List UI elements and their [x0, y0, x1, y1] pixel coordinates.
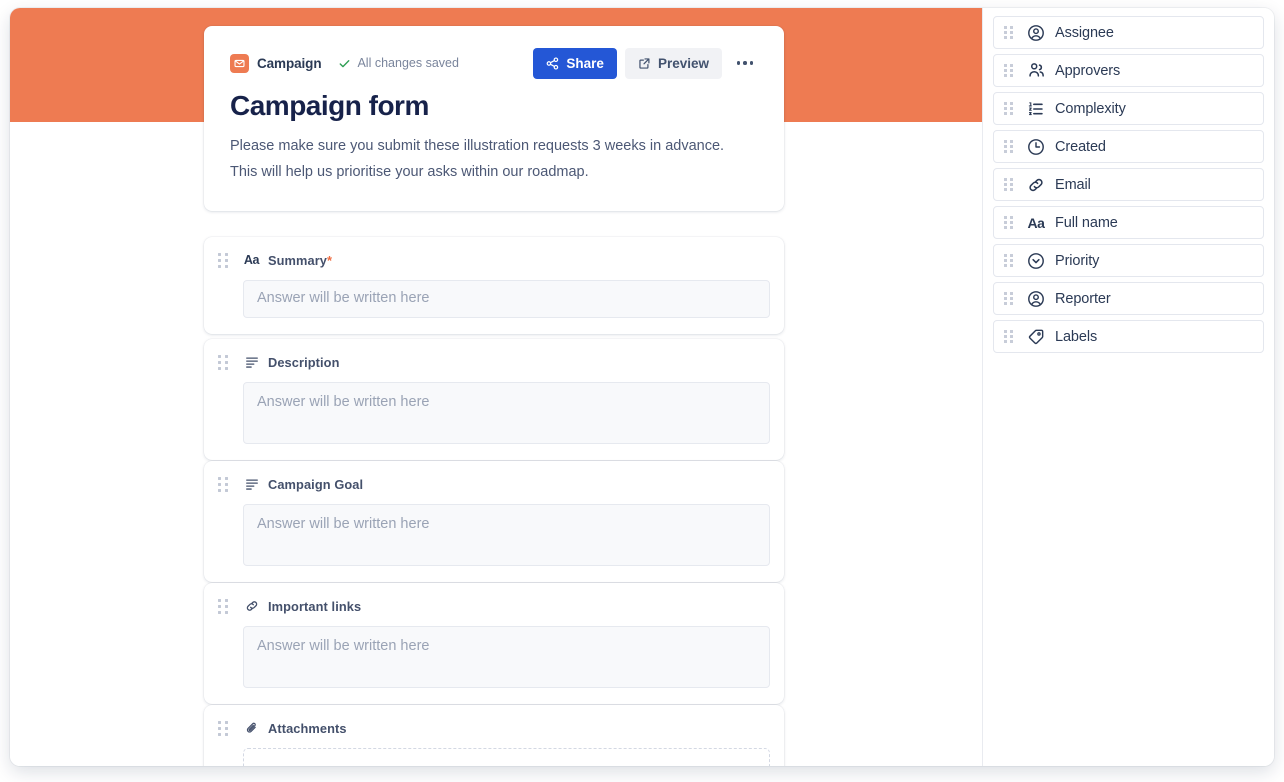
- user-circle-icon: [1026, 289, 1046, 309]
- drag-handle-icon[interactable]: [1004, 25, 1014, 40]
- field-header: Important links: [218, 595, 770, 617]
- clock-icon: [1026, 137, 1046, 157]
- summary-input[interactable]: Answer will be written here: [243, 280, 770, 318]
- drag-handle-icon[interactable]: [1004, 329, 1014, 344]
- text-aa-icon: Aa: [1027, 214, 1045, 231]
- field-header: Campaign Goal: [218, 473, 770, 495]
- share-button-label: Share: [566, 55, 604, 71]
- preview-button[interactable]: Preview: [624, 47, 722, 79]
- users-icon: [1026, 61, 1046, 81]
- user-circle-icon: [1026, 23, 1046, 43]
- drag-handle-icon[interactable]: [218, 252, 229, 269]
- chevron-down-circle-icon: [1026, 251, 1046, 271]
- sidebar-item-reporter[interactable]: Reporter: [993, 282, 1264, 315]
- sidebar-item-label: Reporter: [1055, 290, 1111, 307]
- description-input[interactable]: Answer will be written here: [243, 382, 770, 444]
- sidebar-item-email[interactable]: Email: [993, 168, 1264, 201]
- save-status: All changes saved: [338, 56, 459, 70]
- sidebar-item-label: Labels: [1055, 328, 1098, 345]
- drag-handle-icon[interactable]: [218, 720, 229, 737]
- form-field-summary[interactable]: Aa Summary* Answer will be written here: [204, 237, 784, 334]
- sidebar-item-label: Email: [1055, 176, 1091, 193]
- sidebar-item-assignee[interactable]: Assignee: [993, 16, 1264, 49]
- form-toolbar: Campaign All changes saved Share Preview: [230, 47, 758, 79]
- link-icon: [243, 598, 260, 615]
- sidebar-item-labels[interactable]: Labels: [993, 320, 1264, 353]
- campaign-goal-input[interactable]: Answer will be written here: [243, 504, 770, 566]
- sidebar-item-created[interactable]: Created: [993, 130, 1264, 163]
- paragraph-icon: [243, 354, 260, 371]
- page-title: Campaign form: [230, 90, 429, 121]
- text-aa-icon: Aa: [243, 253, 260, 267]
- drag-handle-icon[interactable]: [1004, 63, 1014, 78]
- paragraph-icon: [243, 476, 260, 493]
- share-button[interactable]: Share: [533, 47, 617, 79]
- paperclip-icon: [243, 720, 260, 737]
- brand-group: Campaign: [230, 53, 322, 73]
- field-library-sidebar[interactable]: Assignee Approvers Complexity Created Em…: [982, 8, 1274, 766]
- field-label: Description: [268, 354, 340, 370]
- sidebar-item-approvers[interactable]: Approvers: [993, 54, 1264, 87]
- drag-handle-icon[interactable]: [1004, 291, 1014, 306]
- drag-handle-icon[interactable]: [1004, 215, 1014, 230]
- preview-button-label: Preview: [657, 55, 709, 71]
- form-field-attachments[interactable]: Attachments Attachments will be uploaded…: [204, 705, 784, 766]
- sidebar-item-label: Approvers: [1055, 62, 1121, 79]
- field-label: Summary*: [268, 252, 333, 268]
- more-horizontal-icon: [736, 61, 754, 65]
- sidebar-item-label: Full name: [1055, 214, 1118, 231]
- toolbar-actions: Share Preview: [533, 47, 758, 79]
- sidebar-item-label: Priority: [1055, 252, 1100, 269]
- sidebar-item-label: Complexity: [1055, 100, 1126, 117]
- external-link-icon: [638, 57, 651, 70]
- save-status-label: All changes saved: [357, 56, 459, 70]
- field-header: Description: [218, 351, 770, 373]
- field-label: Campaign Goal: [268, 476, 364, 492]
- attachments-dropzone[interactable]: Attachments will be uploaded here: [243, 748, 770, 766]
- drag-handle-icon[interactable]: [218, 476, 229, 493]
- form-canvas: Campaign All changes saved Share Preview…: [10, 8, 982, 766]
- field-label: Important links: [268, 598, 362, 614]
- sidebar-item-complexity[interactable]: Complexity: [993, 92, 1264, 125]
- form-description: Please make sure you submit these illust…: [230, 138, 725, 180]
- app-window: Campaign All changes saved Share Preview…: [10, 8, 1274, 766]
- drag-handle-icon[interactable]: [1004, 177, 1014, 192]
- brand-name: Campaign: [257, 55, 322, 71]
- drag-handle-icon[interactable]: [1004, 101, 1014, 116]
- ordered-list-icon: [1026, 99, 1046, 119]
- form-field-description[interactable]: Description Answer will be written here: [204, 339, 784, 460]
- sidebar-item-priority[interactable]: Priority: [993, 244, 1264, 277]
- drag-handle-icon[interactable]: [218, 354, 229, 371]
- drag-handle-icon[interactable]: [1004, 139, 1014, 154]
- envelope-icon: [230, 53, 249, 73]
- drag-handle-icon[interactable]: [218, 598, 229, 615]
- field-label: Attachments: [268, 720, 347, 736]
- drag-handle-icon[interactable]: [1004, 253, 1014, 268]
- field-header: Aa Summary*: [218, 249, 770, 271]
- form-scroll-area[interactable]: Campaign All changes saved Share Preview…: [10, 8, 982, 766]
- more-options-button[interactable]: [732, 50, 758, 76]
- form-header-card: Campaign All changes saved Share Preview…: [204, 26, 784, 211]
- form-field-important-links[interactable]: Important links Answer will be written h…: [204, 583, 784, 704]
- form-field-campaign-goal[interactable]: Campaign Goal Answer will be written her…: [204, 461, 784, 582]
- tag-icon: [1026, 327, 1046, 347]
- field-header: Attachments: [218, 717, 770, 739]
- share-icon: [546, 56, 559, 70]
- link-icon: [1026, 175, 1046, 195]
- sidebar-item-label: Assignee: [1055, 24, 1114, 41]
- sidebar-item-label: Created: [1055, 138, 1106, 155]
- check-icon: [338, 57, 351, 70]
- important-links-input[interactable]: Answer will be written here: [243, 626, 770, 688]
- required-marker: *: [327, 252, 333, 268]
- sidebar-item-full-name[interactable]: Aa Full name: [993, 206, 1264, 239]
